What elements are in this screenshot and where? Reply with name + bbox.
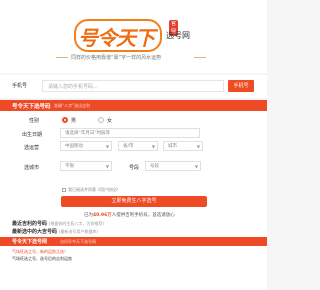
logo-text: 号令天下 [78,26,155,50]
promo-link[interactable]: 访问号令天下选号网 [60,239,96,245]
slogan-divider-left [56,57,68,58]
form-title: 号令天下选号码 [12,104,51,110]
gender-female-label: 女 [107,118,113,124]
search-button[interactable]: 手机号 [228,80,254,92]
section-recommended-heading: 最近吉利的号码 [12,221,48,227]
logo-subtitle: 选号网 [166,31,190,40]
promo-title: 号令天下选号网 [12,239,48,245]
search-label: 手机号 [12,83,28,89]
stats-suffix: 人提供吉利手机号，首选请放心 [111,213,175,218]
chevron-down-icon: ▼ [105,164,109,169]
gender-male-radio[interactable] [62,117,68,123]
promo-line-2: 气场旺选之号、选号后的吉利运势 [12,256,72,261]
slogan-divider-right [194,57,206,58]
section-recommended-sub: (根据你的生辰八字，为你推荐) [48,221,104,226]
number-segment-select[interactable]: 号段 ▼ [145,161,201,171]
number-segment-label: 号段 [129,165,140,171]
section-recommended-title: 最近吉利的号码 (根据你的生辰八字，为你推荐) [12,220,104,227]
city-value: 城市 [168,144,177,149]
area-select[interactable]: 不限 ▼ [60,161,112,171]
city-select[interactable]: 城市 ▼ [163,141,203,151]
chevron-down-icon: ▼ [151,144,155,149]
birth-date-placeholder: 请选择“年月日”时辰等 [65,131,111,136]
area-label: 选城市 [24,165,40,171]
agree-checkbox[interactable] [62,188,66,192]
gender-male-label: 男 [71,118,77,124]
submit-button[interactable]: 立即免费生八字选号 [61,196,207,207]
section-latest-title: 最新选中的大吉号码 (最新选号用户数据库) [12,228,98,235]
promo-line-1: 气场旺选之号、新的运势之选！ [12,249,68,254]
chevron-down-icon: ▼ [105,144,109,149]
province-value: 省/市 [123,144,134,149]
chevron-down-icon: ▼ [196,144,200,149]
stats-text: 已为40.96万人提供吉利手机号，首选请放心 [84,212,175,218]
operator-label: 选运营 [24,145,40,151]
province-select[interactable]: 省/市 ▼ [118,141,158,151]
operator-select[interactable]: 中国移动 ▼ [60,141,112,151]
agree-text[interactable]: 我已阅读并同意《用户协议》 [68,187,120,193]
gender-label: 性别 [29,118,40,124]
operator-value: 中国移动 [65,144,83,149]
number-segment-value: 号段 [150,164,159,169]
site-slogan: 同样的价格用靠谱“靠”字一样的风水运势 [71,55,162,61]
stats-count: 40.96万 [93,213,112,218]
birth-label: 出生日期 [22,132,43,138]
section-latest-sub: (最新选号用户数据库) [58,229,98,234]
area-value: 不限 [65,164,74,169]
form-note: 准确“八字”选出吉利 [54,103,91,108]
stats-prefix: 已为 [84,213,93,218]
section-latest-heading: 最新选中的大吉号码 [12,229,58,235]
birth-date-input[interactable]: 请选择“年月日”时辰等 [60,128,200,138]
search-input[interactable]: 请输入您的手机号码... [42,80,224,92]
chevron-down-icon: ▼ [194,164,198,169]
gender-female-radio[interactable] [98,117,104,123]
